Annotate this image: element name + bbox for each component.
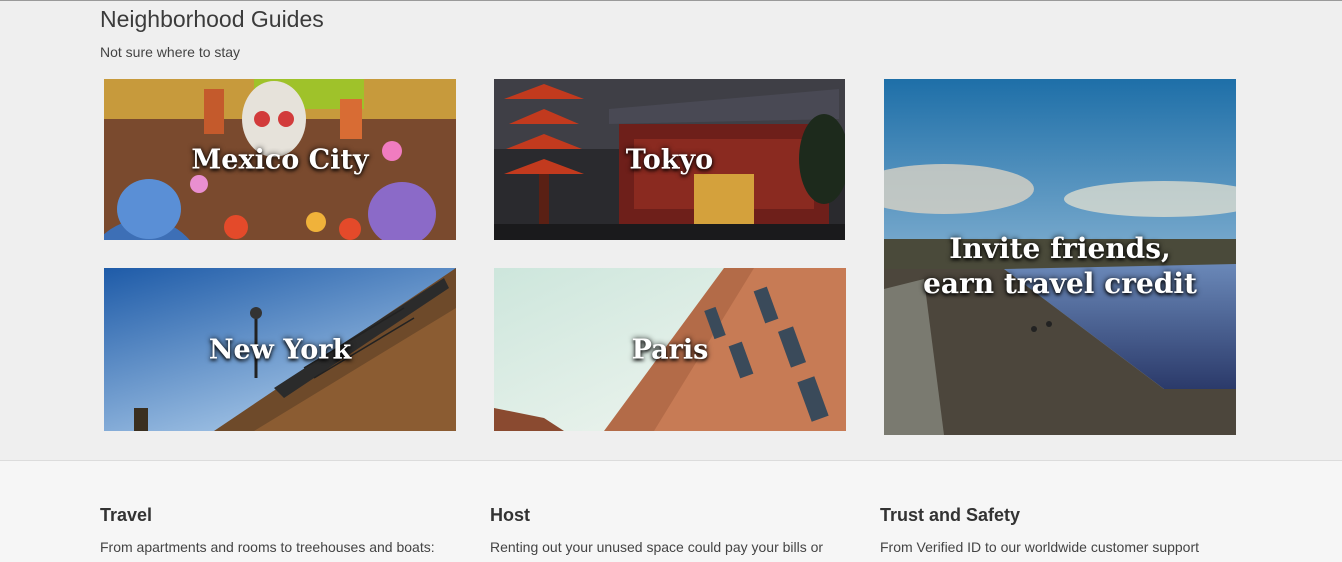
invite-friends-label: Invite friends, earn travel credit: [884, 231, 1236, 301]
invite-friends-tile[interactable]: Invite friends, earn travel credit: [884, 79, 1236, 435]
column-heading-trust-and-safety[interactable]: Trust and Safety: [880, 505, 1020, 526]
column-heading-travel[interactable]: Travel: [100, 505, 152, 526]
guide-tile-new-york[interactable]: New York: [104, 268, 456, 431]
section-title: Neighborhood Guides: [100, 6, 324, 32]
guide-tile-mexico-city[interactable]: Mexico City: [104, 79, 456, 240]
column-text-travel: From apartments and rooms to treehouses …: [100, 539, 435, 555]
section-subtitle: Not sure where to stay: [100, 44, 241, 60]
tile-label-tokyo: Tokyo: [625, 144, 714, 175]
tile-label-new-york: New York: [208, 334, 352, 365]
column-text-host: Renting out your unused space could pay …: [490, 539, 824, 555]
footer-columns: Travel From apartments and rooms to tree…: [0, 461, 1342, 562]
tile-label-mexico-city: Mexico City: [191, 144, 369, 175]
guide-tile-paris[interactable]: Paris: [494, 268, 846, 431]
guide-tile-tokyo[interactable]: Tokyo: [494, 79, 845, 240]
invite-line-2: earn travel credit: [923, 267, 1197, 300]
column-text-trust-and-safety: From Verified ID to our worldwide custom…: [880, 539, 1200, 555]
column-heading-host[interactable]: Host: [490, 505, 530, 526]
invite-line-1: Invite friends,: [949, 232, 1171, 265]
tile-label-paris: Paris: [631, 334, 709, 365]
